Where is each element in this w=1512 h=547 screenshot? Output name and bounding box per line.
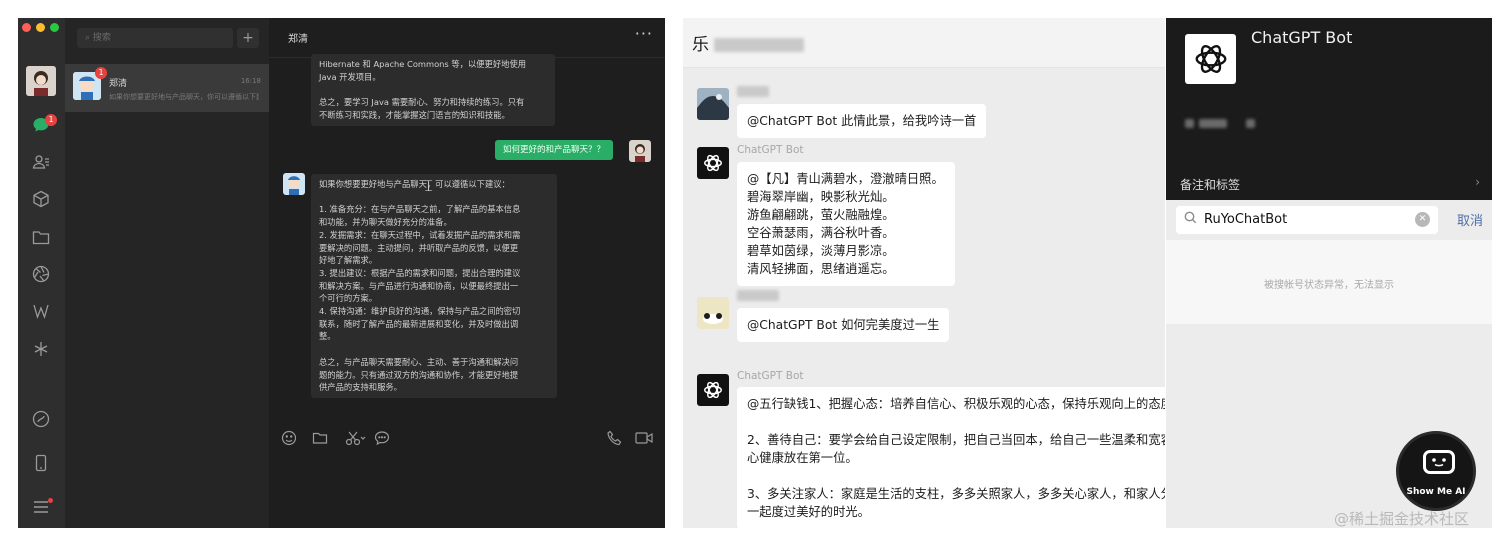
- reply-message-bubble: 如果你想要更好地与产品聊天，可以遵循以下建议： 1. 准备充分：在与产品聊天之前…: [311, 174, 557, 398]
- bot-name: ChatGPT Bot: [737, 370, 804, 382]
- folder-icon[interactable]: [31, 228, 51, 248]
- blurred-sender-name: [737, 86, 769, 97]
- menu-dot-badge: [48, 498, 53, 503]
- conversation-header: 郑清 ···: [269, 18, 665, 58]
- sender-avatar: [697, 297, 729, 329]
- contact-preview: 如果你想要更好地与产品聊天，你可以遵循以下建议: [109, 93, 259, 101]
- more-options-button[interactable]: ···: [635, 24, 653, 43]
- file-icon[interactable]: [312, 430, 328, 450]
- screenshot-root: 1 ⌕ 搜索 + 1 郑清 16:18 如果你想要更好地与产品聊天，你可以遵循以…: [0, 0, 1512, 547]
- wechat-desktop-window: 1 ⌕ 搜索 + 1 郑清 16:18 如果你想要更好地与产品聊天，你可以遵循以…: [18, 18, 665, 528]
- conversation-title: 郑清: [288, 34, 308, 45]
- blurred-sender-name: [737, 290, 779, 301]
- blurred-profile-info: [1185, 113, 1256, 132]
- search-icon: [1184, 211, 1197, 228]
- bot-avatar: [697, 147, 729, 179]
- self-avatar[interactable]: [26, 66, 56, 96]
- phone-icon[interactable]: [31, 454, 51, 474]
- list-item[interactable]: 1 郑清 16:18 如果你想要更好地与产品聊天，你可以遵循以下建议: [65, 64, 269, 112]
- minimize-window-button[interactable]: [36, 23, 45, 32]
- show-me-ai-badge[interactable]: Show Me AI: [1396, 431, 1476, 511]
- window-controls: [22, 23, 59, 32]
- message-bubble: @ChatGPT Bot 如何完美度过一生: [737, 308, 950, 342]
- search-placeholder: 搜索: [92, 33, 111, 43]
- contact-time: 16:18: [240, 77, 261, 85]
- search-result-message: 被搜帐号状态异常，无法显示: [1264, 280, 1394, 291]
- group-chat-header: 乐: [683, 18, 1165, 68]
- search-result-area: 被搜帐号状态异常，无法显示: [1166, 240, 1492, 324]
- box-icon[interactable]: [31, 190, 51, 210]
- openai-logo-icon: [1195, 45, 1226, 73]
- search-input[interactable]: ⌕ 搜索: [77, 28, 233, 48]
- call-icon[interactable]: [607, 430, 623, 450]
- group-chat-title-text: 乐: [692, 35, 709, 55]
- contact-unread-badge: 1: [95, 67, 107, 79]
- aperture-icon[interactable]: [31, 265, 51, 285]
- contact-name: 郑清: [109, 79, 128, 89]
- sparkle-icon[interactable]: [31, 340, 51, 360]
- moments-icon[interactable]: [31, 410, 51, 430]
- group-chat-window: 乐 @ChatGPT Bot 此情此景，给我吟诗一首 ChatGPT Bot @…: [683, 18, 1165, 528]
- bubble-icon[interactable]: [374, 430, 390, 450]
- contacts-icon[interactable]: [31, 153, 51, 173]
- bot-name: ChatGPT Bot: [737, 144, 804, 156]
- search-icon: ⌕: [85, 33, 93, 43]
- mini-program-icon[interactable]: [31, 302, 51, 322]
- profile-card: ChatGPT Bot 备注和标签 ›: [1166, 18, 1492, 200]
- search-value: RuYoChatBot: [1204, 212, 1288, 227]
- add-button[interactable]: +: [237, 28, 259, 48]
- blur-block: [1185, 119, 1194, 128]
- bot-message-bubble: @五行缺钱1、把握心态：培养自信心、积极乐观的心态，保持乐观向上的态度，把握自己…: [737, 387, 1165, 528]
- scissors-icon[interactable]: [345, 430, 367, 450]
- close-window-button[interactable]: [22, 23, 31, 32]
- profile-name: ChatGPT Bot: [1251, 28, 1353, 47]
- chevron-right-icon: ›: [1475, 175, 1480, 189]
- show-me-ai-label: Show Me AI: [1406, 487, 1466, 497]
- bot-message-bubble: @【凡】青山满碧水，澄澈晴日照。 碧海翠岸幽，映影秋光灿。 游鱼翩翩跳，萤火融融…: [737, 162, 955, 286]
- cancel-button[interactable]: 取消: [1457, 210, 1483, 229]
- openai-logo-icon: [704, 154, 722, 172]
- openai-logo-icon: [704, 381, 722, 399]
- input-toolbar: [269, 418, 665, 458]
- profile-avatar[interactable]: [1185, 34, 1236, 84]
- remarks-tags-row[interactable]: 备注和标签: [1180, 176, 1240, 193]
- contact-mini-avatar: [283, 173, 305, 195]
- blur-block: [1246, 119, 1256, 128]
- self-mini-avatar: [629, 140, 651, 162]
- blur-block: [1199, 119, 1228, 128]
- clear-icon[interactable]: ✕: [1415, 212, 1430, 227]
- bot-avatar: [697, 374, 729, 406]
- robot-face-icon: [1423, 450, 1455, 474]
- nav-rail: 1: [18, 18, 65, 528]
- sender-avatar: [697, 88, 729, 120]
- message-bubble: @ChatGPT Bot 此情此景，给我吟诗一首: [737, 104, 987, 138]
- text-cursor-icon: 𝙸: [423, 176, 435, 195]
- blurred-title: [714, 38, 805, 52]
- conversation-list: ⌕ 搜索 + 1 郑清 16:18 如果你想要更好地与产品聊天，你可以遵循以下建…: [65, 18, 269, 528]
- message-bubble: Hibernate 和 Apache Commons 等，以便更好地使用 Jav…: [311, 54, 555, 126]
- video-icon[interactable]: [635, 430, 653, 450]
- profile-search-input[interactable]: RuYoChatBot ✕: [1176, 206, 1438, 234]
- emoji-icon[interactable]: [281, 430, 297, 450]
- zoom-window-button[interactable]: [50, 23, 59, 32]
- conversation-panel: 郑清 ··· Hibernate 和 Apache Commons 等，以便更好…: [269, 18, 665, 528]
- site-watermark: @稀土掘金技术社区: [1334, 510, 1470, 528]
- group-chat-title: 乐: [692, 30, 805, 55]
- chat-unread-badge: 1: [45, 114, 57, 126]
- user-message-bubble: 如何更好的和产品聊天？？: [495, 140, 614, 160]
